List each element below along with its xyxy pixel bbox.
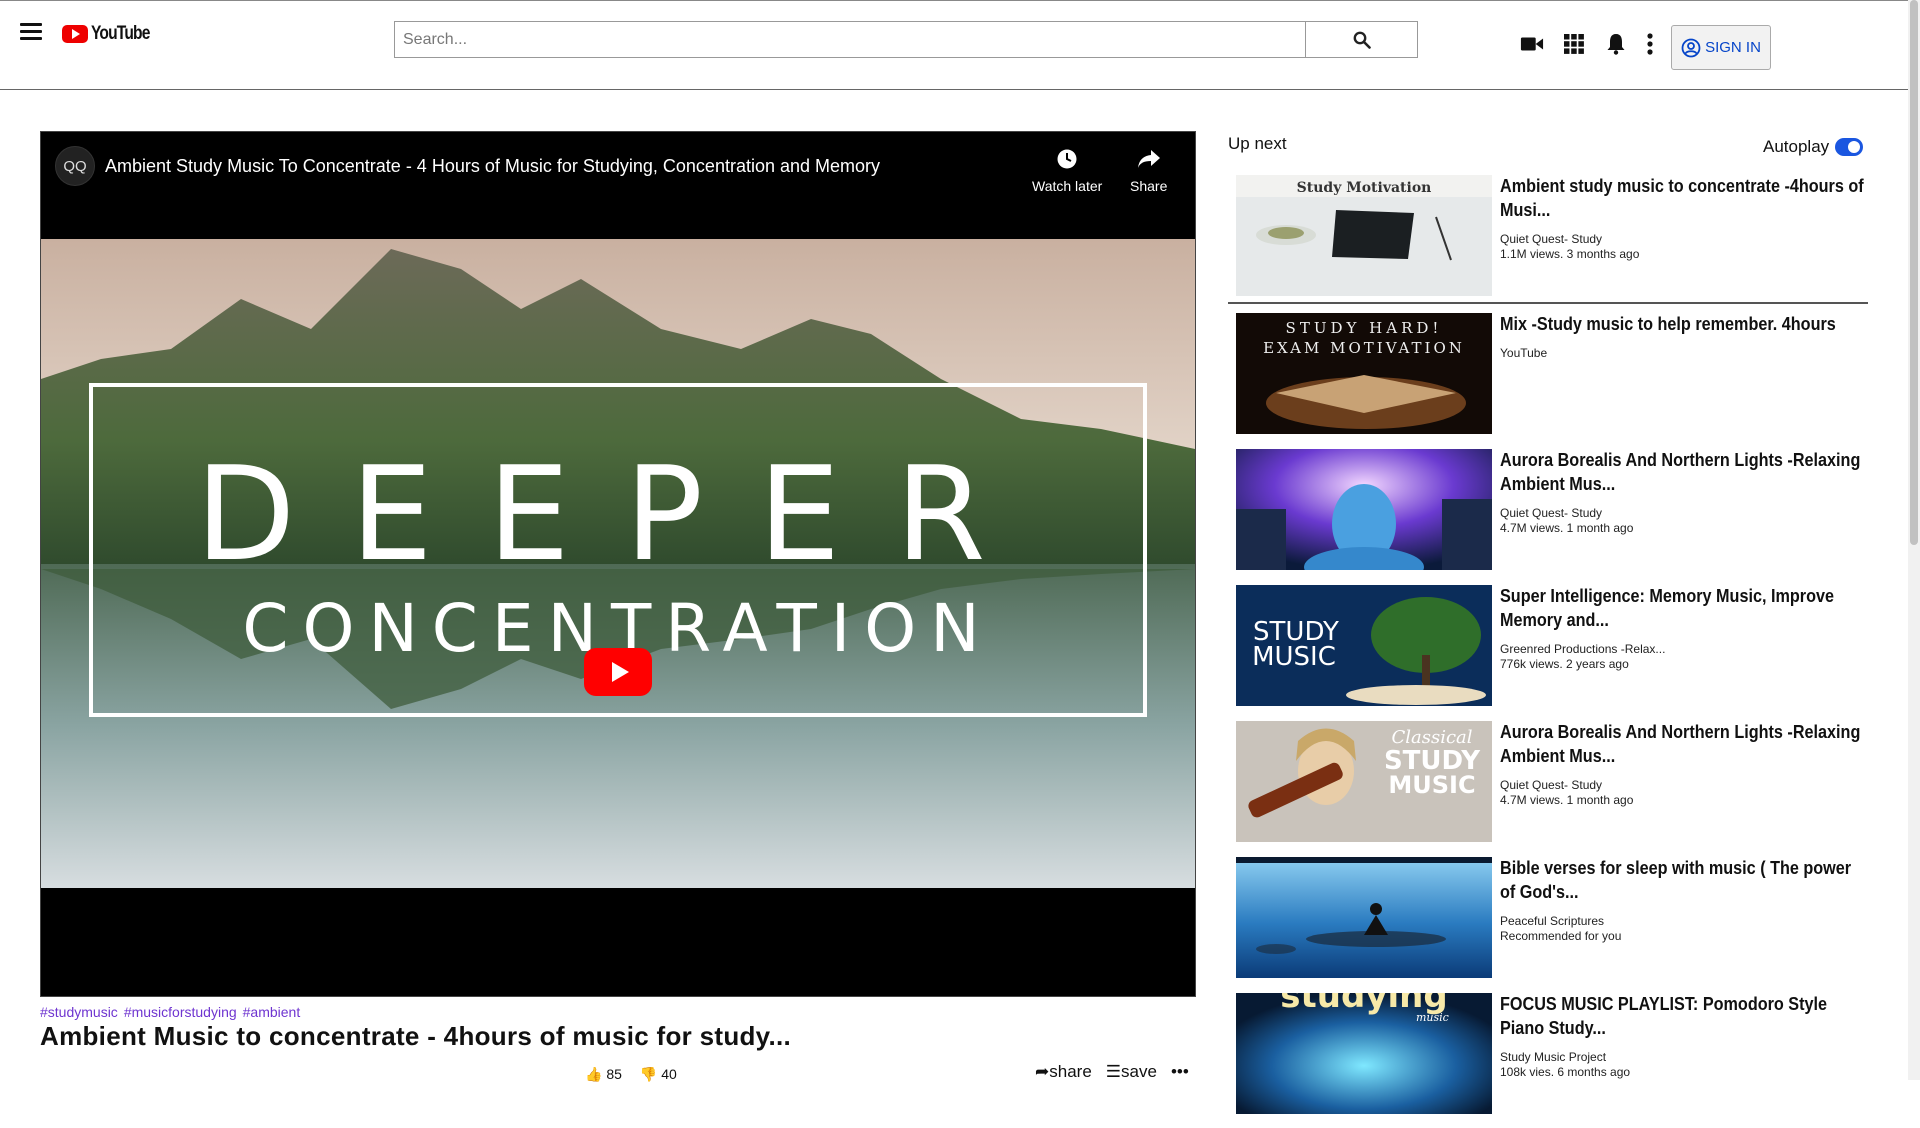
bell-icon[interactable]	[1604, 33, 1628, 55]
recommendation-views: 776k views. 2 years ago	[1500, 657, 1629, 671]
video-tags: #studymusic #musicforstudying #ambient	[40, 1004, 306, 1020]
recommendation-views: 1.1M views. 3 months ago	[1500, 247, 1640, 261]
recommendation-thumbnail[interactable]: studying music	[1236, 993, 1492, 1114]
thumb-caption: Classical	[1391, 727, 1472, 748]
recommendation-title[interactable]: FOCUS MUSIC PLAYLIST: Pomodoro Style Pia…	[1500, 992, 1869, 1040]
tag-link[interactable]: #studymusic	[40, 1004, 118, 1020]
youtube-logo[interactable]: YouTube	[62, 23, 162, 45]
search-input[interactable]	[394, 21, 1306, 58]
autoplay-control: Autoplay	[1763, 137, 1864, 157]
share-label: Share	[1130, 178, 1168, 194]
menu-icon[interactable]	[20, 23, 42, 41]
recommendation-item[interactable]: studying music FOCUS MUSIC PLAYLIST: Pomo…	[1228, 992, 1868, 1128]
player-share-button[interactable]: Share	[1130, 148, 1167, 194]
clock-icon	[1057, 149, 1077, 169]
recommendation-item[interactable]: Bible verses for sleep with music ( The …	[1228, 856, 1868, 992]
logo-text: YouTube	[91, 23, 150, 44]
recommendation-item[interactable]: STUDY MUSIC Super Intelligence: Memory Mu…	[1228, 584, 1868, 720]
video-actions: ➦share ☰save •••	[1035, 1062, 1189, 1082]
recommendation-thumbnail[interactable]: STUDY HARD! EXAM MOTIVATION	[1236, 313, 1492, 434]
video-player[interactable]: QQ Ambient Study Music To Concentrate - …	[40, 131, 1196, 997]
watch-later-button[interactable]: Watch later	[1032, 148, 1102, 194]
thumb-caption: EXAM MOTIVATION	[1263, 339, 1465, 357]
thumbnail-title-line1: DEEPER	[195, 438, 1040, 590]
like-button[interactable]: 👍 85	[585, 1066, 622, 1083]
recommendation-thumbnail[interactable]	[1236, 449, 1492, 570]
save-button[interactable]: ☰save	[1106, 1062, 1157, 1082]
top-icons	[1520, 33, 1654, 55]
recommendation-title[interactable]: Aurora Borealis And Northern Lights -Rel…	[1500, 448, 1869, 496]
recommendation-title[interactable]: Mix -Study music to help remember. 4hour…	[1500, 312, 1869, 336]
recommendation-title[interactable]: Aurora Borealis And Northern Lights -Rel…	[1500, 720, 1869, 768]
sign-in-button[interactable]: SIGN IN	[1671, 25, 1771, 70]
more-options-button[interactable]: •••	[1171, 1062, 1189, 1082]
sign-in-label: SIGN IN	[1705, 39, 1761, 56]
thumb-caption: Study Motivation	[1297, 180, 1432, 196]
player-header: QQ Ambient Study Music To Concentrate - …	[41, 132, 1195, 239]
apps-grid-icon[interactable]	[1562, 33, 1586, 55]
video-title: Ambient Music to concentrate - 4hours of…	[40, 1021, 792, 1051]
search-bar	[394, 21, 1418, 58]
recommendation-views: 4.7M views. 1 month ago	[1500, 793, 1634, 807]
page-scrollbar[interactable]	[1908, 0, 1920, 1080]
recommendation-thumbnail[interactable]: Classical STUDY MUSIC	[1236, 721, 1492, 842]
scrollbar-thumb[interactable]	[1910, 0, 1918, 545]
like-dislike-row: 👍 85 👎 40	[585, 1066, 677, 1083]
recommendation-item[interactable]: STUDY HARD! EXAM MOTIVATION Mix -Study mu…	[1228, 312, 1868, 448]
search-icon	[1353, 31, 1371, 49]
recommendation-channel[interactable]: Quiet Quest- Study	[1500, 232, 1870, 246]
video-thumbnail[interactable]: DEEPER CONCENTRATION	[41, 239, 1195, 888]
thumb-caption: MUSIC	[1388, 771, 1475, 799]
recommendation-channel[interactable]: Quiet Quest- Study	[1500, 506, 1870, 520]
recommendation-views: 4.7M views. 1 month ago	[1500, 521, 1634, 535]
recommendation-title[interactable]: Super Intelligence: Memory Music, Improv…	[1500, 584, 1869, 632]
up-next-heading: Up next	[1228, 134, 1287, 153]
dislike-button[interactable]: 👎 40	[640, 1066, 677, 1083]
tag-link[interactable]: #musicforstudying	[124, 1004, 237, 1020]
recommendation-thumbnail[interactable]	[1236, 857, 1492, 978]
recommendation-title[interactable]: Ambient study music to concentrate -4hou…	[1500, 174, 1869, 222]
recommendation-title[interactable]: Bible verses for sleep with music ( The …	[1500, 856, 1869, 904]
recommendation-thumbnail[interactable]: Study Motivation	[1236, 175, 1492, 296]
thumb-caption: STUDY HARD!	[1286, 319, 1443, 337]
youtube-play-logo-icon	[62, 25, 88, 43]
recommendation-channel[interactable]: Greenred Productions -Relax...	[1500, 642, 1870, 656]
channel-avatar[interactable]: QQ	[55, 146, 95, 186]
search-button[interactable]	[1306, 21, 1418, 58]
recommendation-thumbnail[interactable]: STUDY MUSIC	[1236, 585, 1492, 706]
top-bar: YouTube SIGN IN	[0, 0, 1908, 90]
recommendation-views: 108k vies. 6 months ago	[1500, 1065, 1631, 1079]
autoplay-label: Autoplay	[1763, 137, 1830, 156]
recommendation-channel[interactable]: Peaceful Scriptures	[1500, 914, 1870, 928]
account-circle-icon	[1681, 38, 1701, 57]
tag-link[interactable]: #ambient	[243, 1004, 301, 1020]
save-label: save	[1121, 1062, 1157, 1081]
thumb-caption: MUSIC	[1252, 642, 1336, 672]
play-button[interactable]	[584, 648, 652, 696]
video-camera-icon[interactable]	[1520, 33, 1544, 55]
recommendation-channel[interactable]: Study Music Project	[1500, 1050, 1870, 1064]
share-arrow-icon	[1137, 150, 1160, 168]
recommendation-item[interactable]: Classical STUDY MUSIC Aurora Borealis And …	[1228, 720, 1868, 856]
watch-later-label: Watch later	[1032, 178, 1103, 194]
player-title[interactable]: Ambient Study Music To Concentrate - 4 H…	[105, 156, 880, 177]
recommendation-list: Study Motivation Ambient study music to …	[1228, 174, 1868, 1128]
more-vert-icon[interactable]	[1646, 33, 1654, 55]
recommendation-item[interactable]: Study Motivation Ambient study music to …	[1228, 174, 1868, 304]
recommendation-views: Recommended for you	[1500, 929, 1622, 943]
recommendation-item[interactable]: Aurora Borealis And Northern Lights -Rel…	[1228, 448, 1868, 584]
recommendation-channel[interactable]: YouTube	[1500, 346, 1870, 360]
share-button[interactable]: ➦share	[1035, 1062, 1092, 1082]
autoplay-toggle[interactable]	[1835, 138, 1864, 156]
recommendation-channel[interactable]: Quiet Quest- Study	[1500, 778, 1870, 792]
share-label: share	[1049, 1062, 1092, 1081]
thumb-caption: music	[1416, 1011, 1449, 1024]
